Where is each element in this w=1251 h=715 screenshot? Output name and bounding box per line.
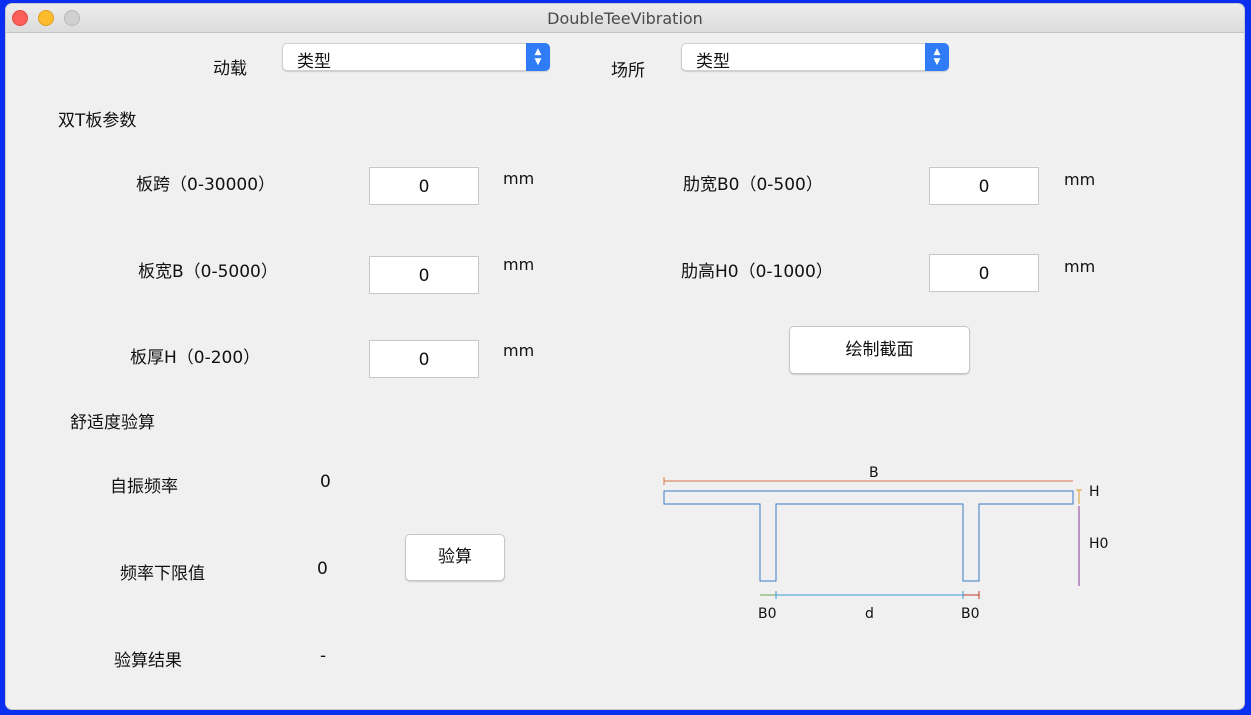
dimension-label-B0-left: B0 (758, 606, 777, 622)
dimension-label-B: B (869, 465, 879, 481)
check-result-value: - (320, 646, 327, 666)
dimension-label-H: H (1089, 484, 1100, 500)
select-stepper-icon: ▲ ▼ (925, 43, 949, 71)
load-type-select[interactable]: 类型 ▲ ▼ (282, 43, 550, 72)
frequency-lower-limit-value: 0 (317, 559, 328, 579)
frequency-lower-limit-label: 频率下限值 (120, 564, 205, 584)
thickness-input[interactable]: 0 (369, 340, 479, 378)
rib-height-unit: mm (1064, 257, 1096, 276)
rib-height-label: 肋高H0（0-1000） (681, 262, 833, 282)
dimension-label-H0: H0 (1089, 536, 1108, 552)
comfort-section-title: 舒适度验算 (70, 413, 155, 433)
span-label: 板跨（0-30000） (136, 175, 276, 195)
width-input[interactable]: 0 (369, 256, 479, 294)
thickness-unit: mm (503, 341, 535, 360)
thickness-label: 板厚H（0-200） (130, 348, 261, 368)
width-unit: mm (503, 255, 535, 274)
rib-width-unit: mm (1064, 170, 1096, 189)
select-stepper-icon: ▲ ▼ (526, 43, 550, 71)
title-bar: DoubleTeeVibration (6, 4, 1244, 33)
window-title: DoubleTeeVibration (547, 9, 703, 28)
dimension-label-B0-right: B0 (961, 606, 980, 622)
width-label: 板宽B（0-5000） (138, 262, 278, 282)
double-tee-section-diagram: B H H0 B0 d B0 (663, 465, 1108, 622)
app-window: DoubleTeeVibration 动载 类型 ▲ ▼ 场所 类型 ▲ ▼ 双T板… (6, 4, 1244, 709)
load-type-select-value: 类型 (297, 52, 331, 72)
rib-width-label: 肋宽B0（0-500） (683, 175, 823, 195)
check-result-label: 验算结果 (114, 651, 182, 671)
natural-frequency-label: 自振频率 (110, 477, 178, 497)
natural-frequency-value: 0 (320, 472, 331, 492)
span-unit: mm (503, 169, 535, 188)
site-type-select-value: 类型 (696, 52, 730, 72)
rib-width-input[interactable]: 0 (929, 167, 1039, 205)
site-type-select[interactable]: 类型 ▲ ▼ (681, 43, 949, 72)
double-tee-outline (663, 490, 1074, 582)
load-label: 动载 (213, 59, 247, 79)
dimension-label-d: d (865, 606, 874, 622)
params-section-title: 双T板参数 (58, 111, 137, 131)
span-input[interactable]: 0 (369, 167, 479, 205)
rib-height-input[interactable]: 0 (929, 254, 1039, 292)
check-button[interactable]: 验算 (405, 534, 505, 581)
site-label: 场所 (611, 61, 645, 81)
draw-section-button[interactable]: 绘制截面 (789, 326, 970, 374)
